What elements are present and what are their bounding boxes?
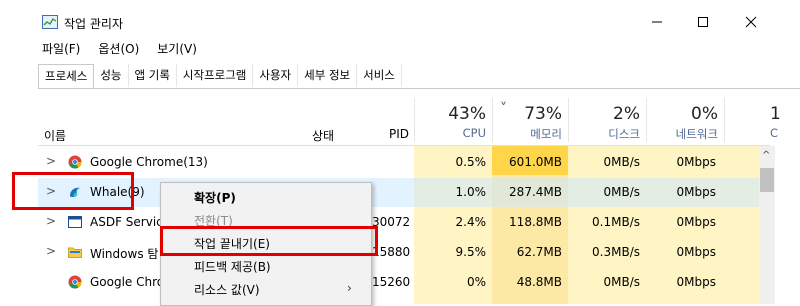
disk-value: 0MB/s <box>603 275 640 289</box>
memory-value: 601.0MB <box>509 155 562 169</box>
cpu-value: 0% <box>466 275 486 289</box>
network-value: 0Mbps <box>676 215 716 229</box>
header-separator <box>414 98 415 142</box>
task-manager-icon <box>42 15 58 29</box>
memory-value: 48.8MB <box>516 275 562 289</box>
disk-value: 0MB/s <box>603 185 640 199</box>
header-separator <box>568 98 569 142</box>
tab-strip: 프로세스 성능 앱 기록 시작프로그램 사용자 세부 정보 서비스 <box>38 64 402 89</box>
memory-value: 62.7MB <box>516 245 562 259</box>
sort-arrow-icon: ˅ <box>500 101 507 117</box>
menu-file[interactable]: 파일(F) <box>42 40 80 60</box>
table-row[interactable]: > Whale(9) 1.0% 287.4MB 0MB/s 0Mbps <box>38 178 770 207</box>
tab-app-history[interactable]: 앱 기록 <box>129 64 177 87</box>
memory-value: 287.4MB <box>509 185 562 199</box>
disk-value: 0MB/s <box>603 155 640 169</box>
network-value: 0Mbps <box>676 185 716 199</box>
table-row[interactable]: > Windows 탐 15880 9.5% 62.7MB 0.3MB/s 0M… <box>38 238 770 267</box>
column-disk[interactable]: 디스크 <box>574 126 640 142</box>
expand-chevron-icon[interactable]: > <box>46 154 56 168</box>
pid-value: 15880 <box>372 245 411 259</box>
table-row[interactable]: Google Chro 15260 0% 48.8MB 0MB/s 0Mbps <box>38 268 770 297</box>
highlight-box-whale-row <box>12 172 134 210</box>
minimize-icon <box>652 21 662 23</box>
menu-view[interactable]: 보기(V) <box>157 40 197 60</box>
pid-value: 30072 <box>372 215 411 229</box>
process-name: Google Chrome(13) <box>90 155 208 169</box>
window-title: 작업 관리자 <box>64 17 124 31</box>
network-value: 0Mbps <box>676 155 716 169</box>
cpu-percent: 43% <box>448 104 486 124</box>
cpu-value: 0.5% <box>455 155 487 169</box>
scroll-up-arrow-icon[interactable]: ^ <box>762 150 770 161</box>
title-bar: 작업 관리자 <box>0 0 800 36</box>
expand-chevron-icon[interactable]: > <box>46 244 56 258</box>
header-separator <box>724 98 725 142</box>
tab-services[interactable]: 서비스 <box>357 64 402 87</box>
extra-percent: 1 <box>770 104 781 124</box>
network-value: 0Mbps <box>676 275 716 289</box>
expand-chevron-icon[interactable]: > <box>46 214 56 228</box>
submenu-arrow-icon: › <box>347 281 352 295</box>
maximize-button[interactable] <box>680 8 726 36</box>
process-name: Google Chro <box>90 275 165 289</box>
app-window-icon <box>68 216 82 228</box>
tab-details[interactable]: 세부 정보 <box>298 64 358 87</box>
disk-percent: 2% <box>613 104 640 124</box>
minimize-button[interactable] <box>634 8 680 36</box>
header-separator <box>492 98 493 142</box>
cpu-value: 9.5% <box>455 245 487 259</box>
column-network[interactable]: 네트워크 <box>652 126 718 142</box>
context-menu-feedback[interactable]: 피드백 제공(B) <box>194 258 271 275</box>
context-menu-expand[interactable]: 확장(P) <box>194 189 236 206</box>
folder-icon <box>68 247 82 258</box>
highlight-box-end-task <box>160 226 378 256</box>
scrollbar-thumb[interactable] <box>760 168 774 192</box>
column-status[interactable]: 상태 <box>312 127 334 144</box>
cpu-value: 1.0% <box>455 185 487 199</box>
menu-options[interactable]: 옵션(O) <box>98 40 139 60</box>
tab-divider <box>38 88 800 89</box>
disk-value: 0.3MB/s <box>592 245 640 259</box>
maximize-icon <box>698 17 708 27</box>
header-separator <box>646 98 647 142</box>
process-name: Windows 탐 <box>90 247 159 261</box>
close-icon <box>745 16 757 28</box>
chrome-icon <box>68 155 82 169</box>
menu-bar: 파일(F) 옵션(O) 보기(V) <box>42 40 215 60</box>
process-name: ASDF Servic <box>90 215 163 229</box>
disk-value: 0.1MB/s <box>592 215 640 229</box>
chrome-icon <box>68 275 82 289</box>
cpu-value: 2.4% <box>455 215 487 229</box>
table-row[interactable]: > ASDF Servic 30072 2.4% 118.8MB 0.1MB/s… <box>38 208 770 237</box>
network-percent: 0% <box>691 104 718 124</box>
column-pid[interactable]: PID <box>385 127 409 141</box>
column-name[interactable]: 이름 <box>44 127 66 144</box>
column-cpu[interactable]: CPU <box>420 126 486 140</box>
memory-percent: 73% <box>524 104 562 124</box>
context-menu-resource-values[interactable]: 리소스 값(V) <box>194 281 260 298</box>
close-button[interactable] <box>728 8 774 36</box>
table-row[interactable]: > Google Chrome(13) 0.5% 601.0MB 0MB/s 0… <box>38 148 770 177</box>
tab-startup[interactable]: 시작프로그램 <box>177 64 254 87</box>
tab-users[interactable]: 사용자 <box>253 64 299 87</box>
pid-value: 15260 <box>372 275 411 289</box>
network-value: 0Mbps <box>676 245 716 259</box>
tab-processes[interactable]: 프로세스 <box>38 64 95 89</box>
column-memory[interactable]: 메모리 <box>500 126 562 142</box>
memory-value: 118.8MB <box>509 215 562 229</box>
column-extra[interactable]: C <box>770 126 800 140</box>
tab-performance[interactable]: 성능 <box>94 64 129 87</box>
